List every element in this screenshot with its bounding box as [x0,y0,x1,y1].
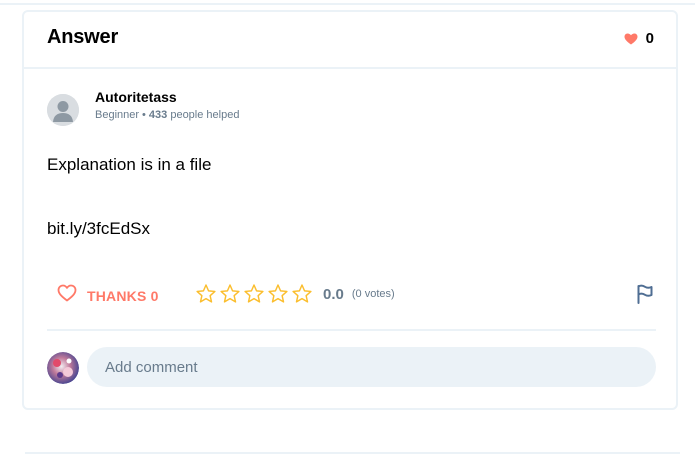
star-icon[interactable] [195,283,217,305]
top-divider [0,3,695,5]
answer-link-text: bit.ly/3fcEdSx [47,219,150,238]
user-avatar [47,352,79,384]
comments-divider [47,329,656,331]
author-meta: Autoritetass Beginner • 433 people helped [95,88,239,123]
star-icon[interactable] [243,283,265,305]
thanks-button[interactable]: THANKS 0 [57,284,159,307]
helped-suffix: people helped [170,108,240,121]
page: Answer 0 Autoritetass Beginner • 433 peo… [0,0,695,455]
answer-card: Answer 0 Autoritetass Beginner • 433 peo… [22,10,678,410]
rating-stars[interactable] [195,283,313,305]
likes-counter[interactable]: 0 [624,30,654,47]
helped-count: 433 [148,108,168,121]
heart-outline-icon [57,284,77,307]
star-icon[interactable] [219,283,241,305]
thanks-label: THANKS 0 [87,287,159,304]
author-name[interactable]: Autoritetass [95,88,239,106]
rating-value: 0.0 [323,285,344,303]
answer-card-header: Answer 0 [24,12,676,69]
author-rank: Beginner [95,108,140,121]
answer-actions: THANKS 0 0.0 (0 votes) [47,282,656,310]
answer-text-line: Explanation is in a file [47,155,212,174]
heart-filled-icon [624,33,638,45]
default-user-avatar-icon[interactable] [47,94,79,126]
likes-count: 0 [645,30,654,47]
rating-block: 0.0 (0 votes) [195,283,395,305]
comment-row [47,347,656,387]
bottom-divider [25,452,680,454]
star-icon[interactable] [267,283,289,305]
answer-title: Answer [47,26,119,48]
star-icon[interactable] [291,283,313,305]
report-button[interactable] [636,284,654,309]
rating-votes: (0 votes) [351,288,395,300]
author-stats: Beginner • 433 people helped [95,107,239,123]
add-comment-input[interactable] [87,347,656,387]
flag-icon [637,284,653,304]
separator-dot: • [142,108,146,121]
author-block: Autoritetass Beginner • 433 people helped [47,89,239,126]
